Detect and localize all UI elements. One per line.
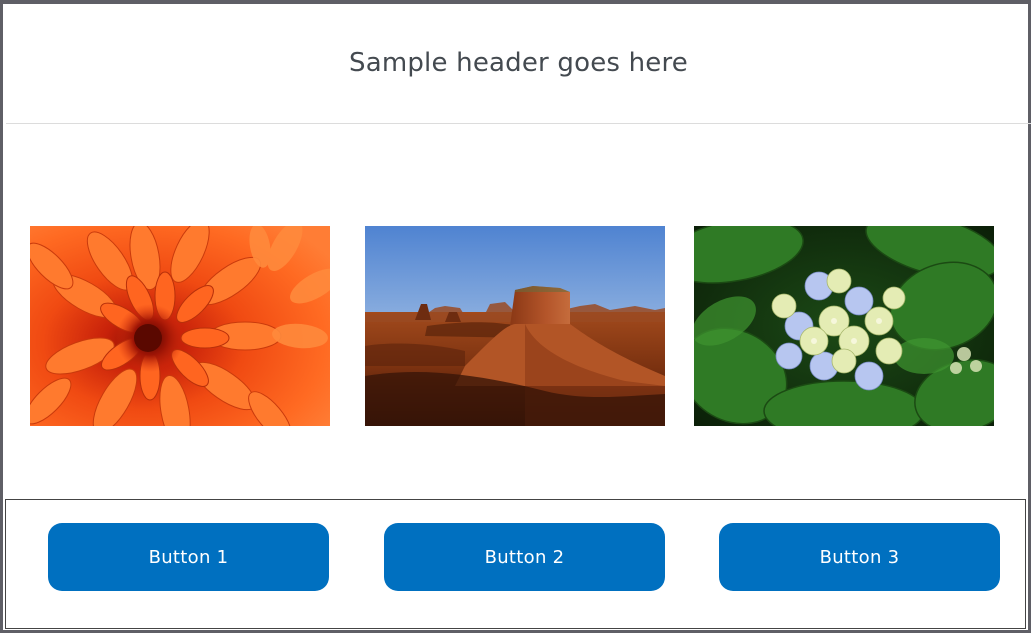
button-3[interactable]: Button 3 xyxy=(719,523,1000,591)
button-bar: Button 1 Button 2 Button 3 xyxy=(5,499,1026,629)
orange-chrysanthemum-image xyxy=(30,226,330,426)
button-1[interactable]: Button 1 xyxy=(48,523,329,591)
hydrangea-flower-image xyxy=(694,226,994,426)
desert-mesa-image xyxy=(365,226,665,426)
header: Sample header goes here xyxy=(6,8,1031,124)
page-title: Sample header goes here xyxy=(348,47,689,78)
button-2[interactable]: Button 2 xyxy=(384,523,665,591)
